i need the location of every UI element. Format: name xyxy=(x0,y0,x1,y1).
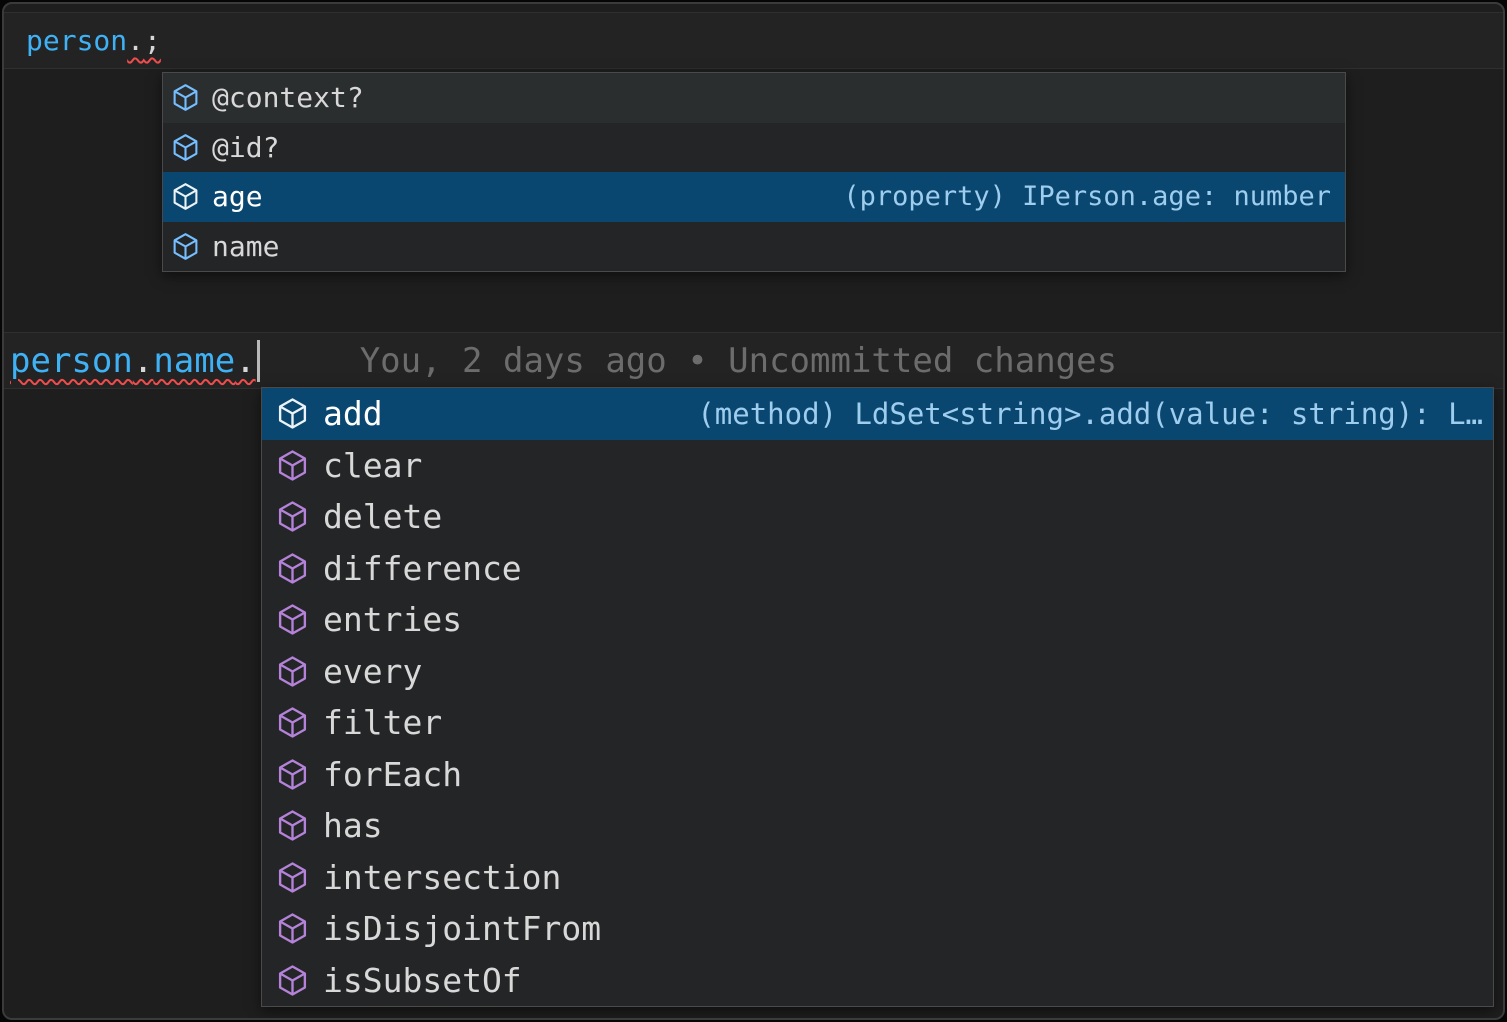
suggestion-item[interactable]: @id? xyxy=(163,123,1345,173)
suggestion-item[interactable]: delete xyxy=(262,491,1493,543)
symbol-field-icon xyxy=(171,182,200,211)
suggestion-item[interactable]: isSubsetOf xyxy=(262,955,1493,1007)
suggestion-label: has xyxy=(323,806,383,845)
suggestion-label: delete xyxy=(323,497,442,536)
suggestion-label: @context? xyxy=(212,81,364,114)
symbol-method-icon xyxy=(276,964,309,997)
suggestion-detail: (method) LdSet<string>.add(value: string… xyxy=(677,397,1483,431)
code-token-semicolon: ; xyxy=(144,24,161,57)
suggestion-label: isSubsetOf xyxy=(323,961,522,1000)
symbol-method-icon xyxy=(276,655,309,688)
suggestion-label: filter xyxy=(323,703,442,742)
symbol-method-icon xyxy=(276,912,309,945)
git-blame-annotation: You, 2 days ago • Uncommitted changes xyxy=(360,341,1117,381)
symbol-method-icon xyxy=(276,449,309,482)
symbol-method-icon xyxy=(276,861,309,894)
symbol-field-icon xyxy=(171,83,200,112)
symbol-method-icon xyxy=(276,603,309,636)
symbol-field-icon xyxy=(171,133,200,162)
text-cursor xyxy=(257,340,260,382)
suggestion-item[interactable]: forEach xyxy=(262,749,1493,801)
code-token-person: person xyxy=(10,341,133,381)
symbol-method-icon xyxy=(276,500,309,533)
suggestion-item-selected[interactable]: age (property) IPerson.age: number xyxy=(163,172,1345,222)
code-expression: person.name. xyxy=(10,341,256,381)
suggestion-label: every xyxy=(323,652,422,691)
suggest-widget-bottom: add (method) LdSet<string>.add(value: st… xyxy=(261,387,1494,1007)
symbol-method-icon xyxy=(276,552,309,585)
suggestion-item[interactable]: every xyxy=(262,646,1493,698)
suggestion-item[interactable]: entries xyxy=(262,594,1493,646)
suggest-widget-top: @context? @id? age (property) IPerson.ag… xyxy=(162,72,1346,272)
suggestion-label: name xyxy=(212,230,279,263)
code-line-person[interactable]: person.; xyxy=(4,12,1503,69)
suggestion-item[interactable]: difference xyxy=(262,543,1493,595)
suggestion-label: intersection xyxy=(323,858,561,897)
suggestion-item-selected[interactable]: add (method) LdSet<string>.add(value: st… xyxy=(262,388,1493,440)
symbol-field-icon xyxy=(171,232,200,261)
symbol-method-icon xyxy=(276,397,309,430)
suggestion-label: difference xyxy=(323,549,522,588)
suggestion-item[interactable]: isDisjointFrom xyxy=(262,903,1493,955)
code-token-dot: . xyxy=(133,341,153,381)
code-token-dot: . xyxy=(127,24,144,57)
suggestion-label: isDisjointFrom xyxy=(323,909,601,948)
symbol-method-icon xyxy=(276,758,309,791)
suggestion-item[interactable]: filter xyxy=(262,697,1493,749)
suggestion-detail: (property) IPerson.age: number xyxy=(843,181,1331,212)
symbol-method-icon xyxy=(276,809,309,842)
suggestion-item[interactable]: name xyxy=(163,222,1345,272)
code-token-person: person xyxy=(26,24,127,57)
suggestion-label: age xyxy=(212,180,263,213)
symbol-method-icon xyxy=(276,706,309,739)
suggestion-label: add xyxy=(323,394,383,433)
code-line-person-name[interactable]: person.name. You, 2 days ago • Uncommitte… xyxy=(4,332,1503,389)
editor-frame: person.; @context? @id? age (property) I… xyxy=(2,2,1505,1020)
suggestion-label: entries xyxy=(323,600,462,639)
code-token-name: name xyxy=(153,341,235,381)
suggestion-item[interactable]: has xyxy=(262,800,1493,852)
suggestion-item[interactable]: @context? xyxy=(163,73,1345,123)
suggestion-label: forEach xyxy=(323,755,462,794)
suggestion-item[interactable]: clear xyxy=(262,440,1493,492)
suggestion-item[interactable]: intersection xyxy=(262,852,1493,904)
suggestion-label: clear xyxy=(323,446,422,485)
code-token-dot: . xyxy=(235,341,255,381)
suggestion-label: @id? xyxy=(212,131,279,164)
